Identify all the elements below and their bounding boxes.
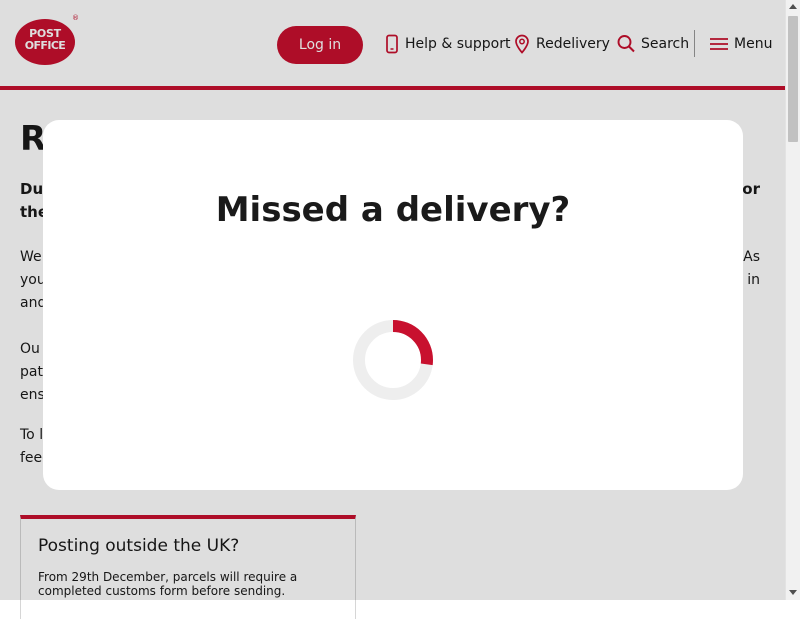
scroll-up-arrow[interactable] (789, 4, 797, 9)
vertical-scrollbar[interactable] (785, 0, 800, 600)
modal-title: Missed a delivery? (215, 190, 571, 230)
missed-delivery-modal: Missed a delivery? (43, 120, 743, 490)
scroll-thumb[interactable] (788, 16, 798, 142)
spinner-icon (353, 320, 433, 400)
scroll-down-arrow[interactable] (789, 590, 797, 595)
